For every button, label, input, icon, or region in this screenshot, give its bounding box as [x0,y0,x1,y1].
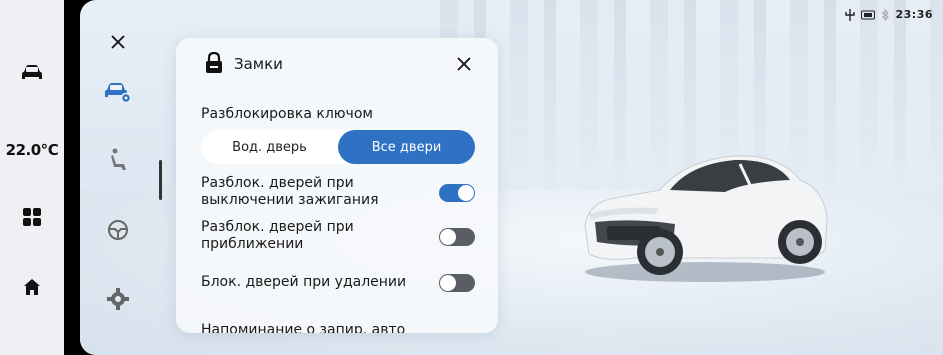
gear-icon [107,288,129,310]
tab-general-settings[interactable] [102,283,134,315]
row-lock-reminder-label[interactable]: Напоминание о запир. авто [201,322,405,333]
scroll-indicator[interactable] [159,160,162,200]
tab-vehicle-settings[interactable] [102,76,134,108]
row-label: Блок. дверей при удалении [201,274,407,290]
row-unlock-on-ignition-off: Разблок. дверей при выключении зажигания [201,175,475,211]
toggle-knob [458,185,474,201]
dock-car-button[interactable] [0,58,64,88]
tab-seats[interactable] [102,144,134,176]
close-settings-button[interactable] [102,26,134,58]
home-icon [24,279,40,295]
left-dock: 22.0℃ [0,0,64,355]
segment-all-doors[interactable]: Все двери [338,130,475,164]
apps-icon [23,208,41,226]
row-label: Разблок. дверей при выключении зажигания [201,175,379,208]
row-label: Разблок. дверей при приближении [201,219,354,252]
dock-temperature[interactable]: 22.0℃ [0,138,64,162]
car-settings-icon [105,83,132,103]
close-icon [111,35,125,49]
dock-home-button[interactable] [0,273,64,301]
segment-driver-door-label: Вод. дверь [232,139,307,155]
car-icon [22,65,42,79]
key-unlock-selector: Вод. дверь Все двери [201,130,475,164]
seat-icon [111,148,126,170]
steering-wheel-icon [108,220,128,240]
toggle-unlock-on-ignition-off[interactable] [439,184,475,202]
vehicle-render [584,155,828,282]
temperature-value: 22.0℃ [5,141,59,159]
usb-icon [845,8,856,21]
segment-driver-door[interactable]: Вод. дверь [201,130,338,164]
panel-title: Замки [234,55,283,73]
bluetooth-icon [882,8,890,21]
panel-header: Замки [176,38,498,88]
row-unlock-on-approach: Разблок. дверей при приближении [201,219,475,255]
close-icon [457,57,471,71]
row-lock-on-walk-away: Блок. дверей при удалении [201,274,475,294]
status-bar: 23:36 [845,8,933,21]
toggle-knob [440,229,456,245]
segment-all-doors-label: Все двери [371,139,442,155]
toggle-unlock-on-approach[interactable] [439,228,475,246]
tab-steering[interactable] [102,214,134,246]
dock-apps-button[interactable] [0,203,64,231]
locks-panel: Замки Разблокировка ключом Вод. дверь Вс… [176,38,498,333]
lock-icon [206,52,222,73]
toggle-knob [440,275,456,291]
panel-close-button[interactable] [452,52,476,76]
sd-card-icon [861,10,876,19]
key-unlock-label: Разблокировка ключом [201,106,373,122]
status-time: 23:36 [895,8,933,21]
toggle-lock-on-walk-away[interactable] [439,274,475,292]
